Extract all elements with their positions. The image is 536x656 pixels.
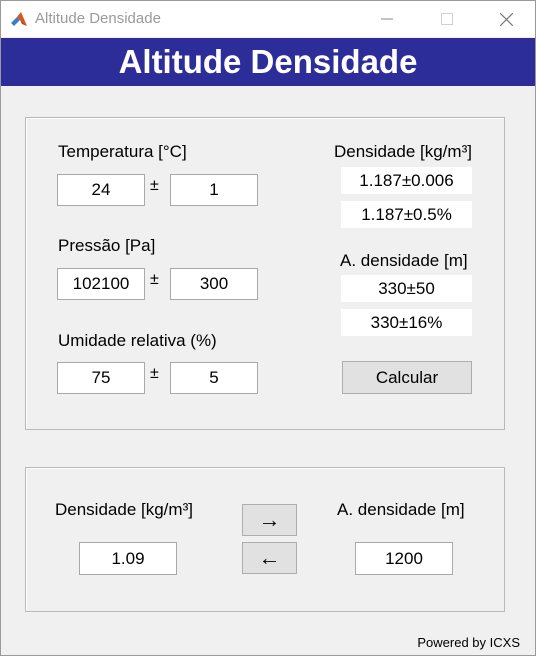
density-relative-output: 1.187±0.5% [341, 201, 472, 228]
humidity-label: Umidade relativa (%) [58, 331, 217, 350]
close-button[interactable] [477, 1, 535, 37]
arrow-right-icon: → [258, 507, 281, 532]
density-absolute-output: 1.187±0.006 [341, 167, 472, 194]
title-bar: Altitude Densidade [1, 1, 535, 37]
calculate-button[interactable]: Calcular [342, 361, 472, 394]
header-banner: Altitude Densidade [1, 38, 535, 86]
temperature-uncertainty-input[interactable] [170, 174, 258, 206]
arrow-left-icon: ← [258, 545, 281, 570]
converter-density-input[interactable] [79, 542, 177, 575]
density-to-altitude-button[interactable]: → [242, 504, 297, 536]
maximize-icon [441, 13, 453, 25]
temperature-label: Temperatura [°C] [58, 142, 187, 161]
maximize-button[interactable] [418, 1, 476, 37]
pressure-input[interactable] [57, 268, 145, 300]
pressure-uncertainty-input[interactable] [170, 268, 258, 300]
converter-panel [25, 467, 505, 612]
converter-altitude-input[interactable] [355, 542, 453, 575]
humidity-input[interactable] [57, 362, 145, 394]
altitude-relative-output: 330±16% [341, 309, 472, 336]
plus-minus-symbol: ± [150, 365, 159, 382]
altitude-result-label: A. densidade [m] [340, 251, 468, 270]
plus-minus-symbol: ± [150, 177, 159, 194]
altitude-absolute-output: 330±50 [341, 275, 472, 302]
minimize-icon [381, 18, 393, 20]
humidity-uncertainty-input[interactable] [170, 362, 258, 394]
pressure-label: Pressão [Pa] [58, 236, 156, 255]
plus-minus-symbol: ± [150, 271, 159, 288]
window-title: Altitude Densidade [35, 10, 161, 27]
density-result-label: Densidade [kg/m³] [334, 142, 472, 161]
matlab-icon [11, 12, 27, 26]
converter-altitude-label: A. densidade [m] [337, 500, 465, 519]
altitude-to-density-button[interactable]: ← [242, 542, 297, 574]
minimize-button[interactable] [358, 1, 416, 37]
temperature-input[interactable] [57, 174, 145, 206]
close-icon [499, 12, 513, 26]
powered-by-text: Powered by ICXS [417, 635, 520, 650]
converter-density-label: Densidade [kg/m³] [55, 500, 193, 519]
